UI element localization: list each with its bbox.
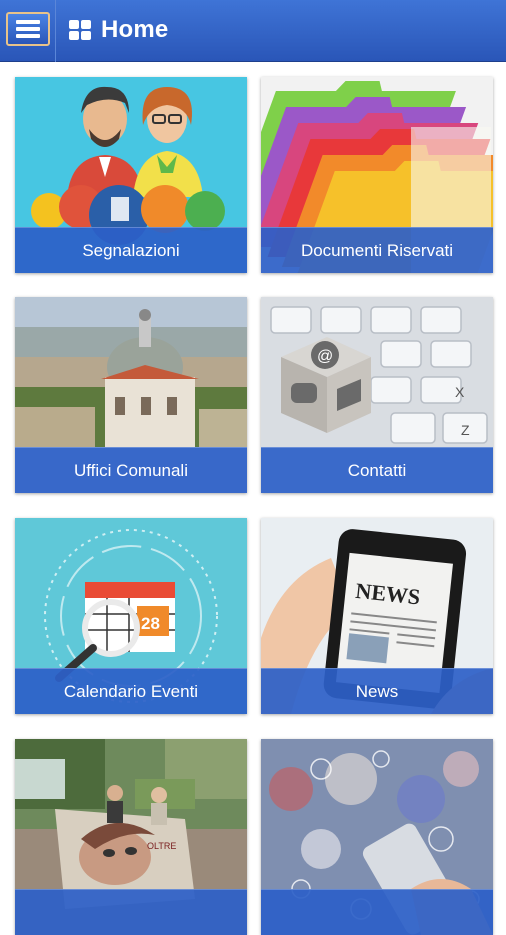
- tile-social[interactable]: [261, 739, 493, 935]
- tile-label: [261, 889, 493, 935]
- tile-documenti-riservati[interactable]: Documenti Riservati: [261, 77, 493, 273]
- tile-news[interactable]: NEWS News: [261, 518, 493, 714]
- grid-home-icon: [69, 20, 93, 42]
- tile-label: Uffici Comunali: [15, 447, 247, 493]
- tile-calendario-eventi[interactable]: 28 Calendario Eventi: [15, 518, 247, 714]
- svg-text:28: 28: [141, 614, 160, 633]
- tile-label: News: [261, 668, 493, 714]
- hamburger-menu-icon[interactable]: [6, 12, 50, 46]
- header-divider: [55, 0, 56, 62]
- tile-label: Contatti: [261, 447, 493, 493]
- tile-uffici-comunali[interactable]: Uffici Comunali: [15, 297, 247, 493]
- app-header: Home: [0, 0, 506, 62]
- tile-label: Segnalazioni: [15, 227, 247, 273]
- page-title: Home: [101, 16, 169, 43]
- tile-label: Documenti Riservati: [261, 227, 493, 273]
- tile-label: [15, 889, 247, 935]
- svg-text:Z: Z: [461, 422, 470, 438]
- svg-text:@: @: [317, 348, 333, 365]
- svg-text:OLTRE: OLTRE: [147, 841, 176, 851]
- tile-segnalazioni[interactable]: Segnalazioni: [15, 77, 247, 273]
- tile-contatti[interactable]: X Z @ Contatti: [261, 297, 493, 493]
- tile-label: Calendario Eventi: [15, 668, 247, 714]
- svg-text:X: X: [455, 384, 465, 400]
- tile-event-photo[interactable]: OLTRE: [15, 739, 247, 935]
